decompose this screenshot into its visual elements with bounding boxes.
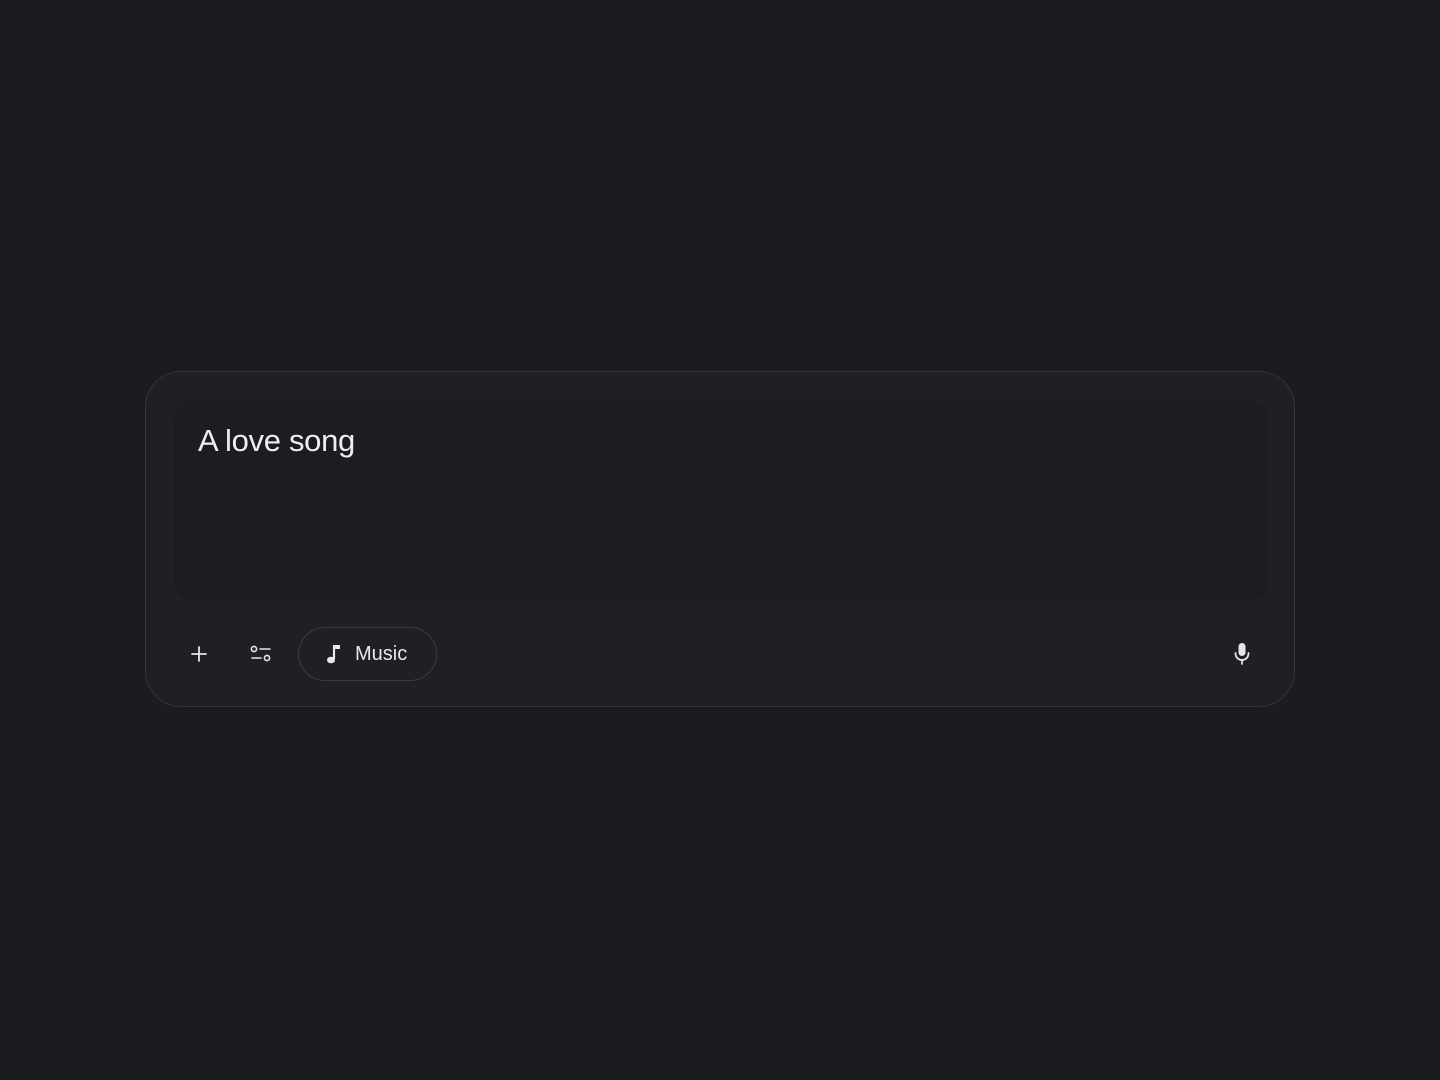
music-chip[interactable]: Music (298, 627, 437, 681)
tools-button[interactable] (239, 632, 283, 676)
plus-icon (189, 644, 209, 664)
music-note-icon (325, 642, 343, 666)
tune-icon (249, 643, 273, 665)
microphone-icon (1233, 641, 1251, 667)
microphone-button[interactable] (1220, 632, 1264, 676)
prompt-input[interactable]: A love song (174, 401, 1268, 600)
add-button[interactable] (177, 632, 221, 676)
prompt-text[interactable]: A love song (198, 423, 355, 459)
prompt-composer: A love song Music (145, 371, 1295, 707)
music-chip-label: Music (355, 642, 408, 665)
